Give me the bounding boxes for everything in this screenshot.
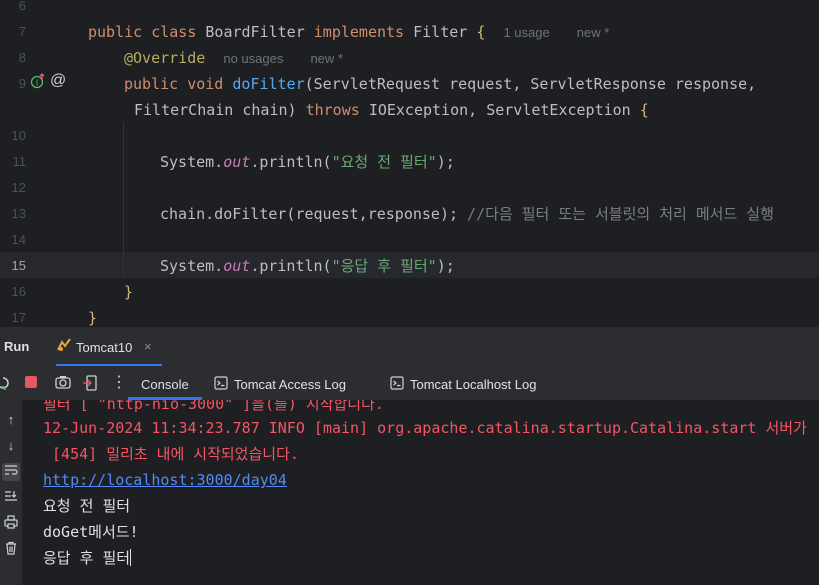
scroll-to-end-icon[interactable] [2, 489, 20, 507]
line-number: 13 [11, 206, 26, 221]
author-hint: new * [310, 51, 343, 66]
tomcat-icon [56, 337, 72, 356]
stop-icon[interactable] [24, 375, 38, 393]
code-line-8: @Override no usages new * [124, 49, 343, 67]
print-icon[interactable] [2, 515, 20, 533]
indent-guide [123, 122, 124, 278]
code-line-15: System.out.println("응답 후 필터"); [160, 257, 455, 275]
console-link[interactable]: http://localhost:3000/day04 [43, 467, 287, 493]
line-number: 8 [18, 50, 26, 65]
line-number: 7 [18, 24, 26, 39]
line-number: 14 [11, 232, 26, 247]
usage-hint: 1 usage [503, 25, 550, 40]
console-output[interactable]: 필터 [ "http-nio-3000" ]을(를) 시작합니다. 12-Jun… [22, 400, 819, 585]
console-toolbar: ⋮ Console Tomcat Access Log Tomcat Local… [0, 366, 819, 400]
console-line: 요청 전 필터 [43, 497, 131, 515]
code-line-17: } [88, 309, 98, 326]
tab-console-label: Console [141, 377, 189, 392]
arrow-down-icon[interactable]: ↓ [2, 437, 20, 455]
tab-tomcat-access-log[interactable]: Tomcat Access Log [214, 366, 374, 400]
camera-icon[interactable] [55, 375, 71, 393]
line-number: 9 [18, 76, 26, 91]
console-line: [454] 밀리초 내에 시작되었습니다. [43, 445, 299, 463]
line-number: 16 [11, 284, 26, 299]
usage-hint: no usages [223, 51, 284, 66]
tab-label: Tomcat10 [76, 340, 133, 355]
soft-wrap-icon[interactable] [2, 463, 20, 481]
author-hint: new * [576, 25, 610, 40]
log-icon [214, 376, 228, 393]
code-line-13: chain.doFilter(request,response); //다음 필… [160, 205, 774, 223]
console-line-text: 응답 후 필터 [43, 549, 131, 567]
tab-console[interactable]: Console [128, 366, 202, 400]
code-line-11: System.out.println("요청 전 필터"); [160, 153, 455, 171]
more-options-icon[interactable]: ⋮ [111, 375, 127, 391]
line-number-current: 15 [11, 258, 26, 273]
arrow-up-icon[interactable]: ↑ [2, 411, 20, 429]
code-line-7: public class BoardFilter implements Filt… [88, 23, 610, 41]
code-line-16: } [124, 283, 134, 301]
annotation-at-icon[interactable]: @ [50, 73, 66, 89]
log-icon [390, 376, 404, 393]
console-line: doGet메서드! [43, 523, 139, 541]
line-number: 11 [12, 154, 27, 169]
code-editor[interactable]: 6 7 8 9 10 11 12 13 14 15 16 17 I @ publ… [0, 0, 819, 326]
line-number: 12 [11, 180, 26, 195]
line-number: 10 [11, 128, 26, 143]
tab-tomcat-localhost-log[interactable]: Tomcat Localhost Log [390, 366, 560, 400]
code-line-9-wrap: FilterChain chain) throws IOException, S… [134, 101, 649, 119]
login-icon[interactable] [82, 375, 98, 395]
console-line: 12-Jun-2024 11:34:23.787 INFO [main] org… [43, 419, 807, 437]
tab-tomcat-localhost-log-label: Tomcat Localhost Log [410, 377, 537, 392]
console-side-toolbar: ↑ ↓ [0, 400, 22, 585]
implements-method-icon[interactable]: I [30, 73, 46, 89]
trash-icon[interactable] [2, 541, 20, 559]
rerun-icon[interactable] [0, 375, 10, 395]
tab-tomcat-access-log-label: Tomcat Access Log [234, 377, 346, 392]
close-icon[interactable]: × [144, 339, 152, 354]
console-line-last: 응답 후 필터 [43, 545, 132, 571]
tab-tomcat10[interactable]: Tomcat10 × [56, 327, 162, 367]
code-line-9: public void doFilter(ServletRequest requ… [124, 75, 757, 93]
run-tool-window-title: Run [4, 339, 30, 354]
svg-text:I: I [36, 79, 38, 88]
line-number: 17 [11, 310, 26, 325]
line-number: 6 [18, 0, 26, 13]
run-tool-window-header: Run Tomcat10 × [0, 326, 819, 367]
text-caret [130, 549, 132, 566]
